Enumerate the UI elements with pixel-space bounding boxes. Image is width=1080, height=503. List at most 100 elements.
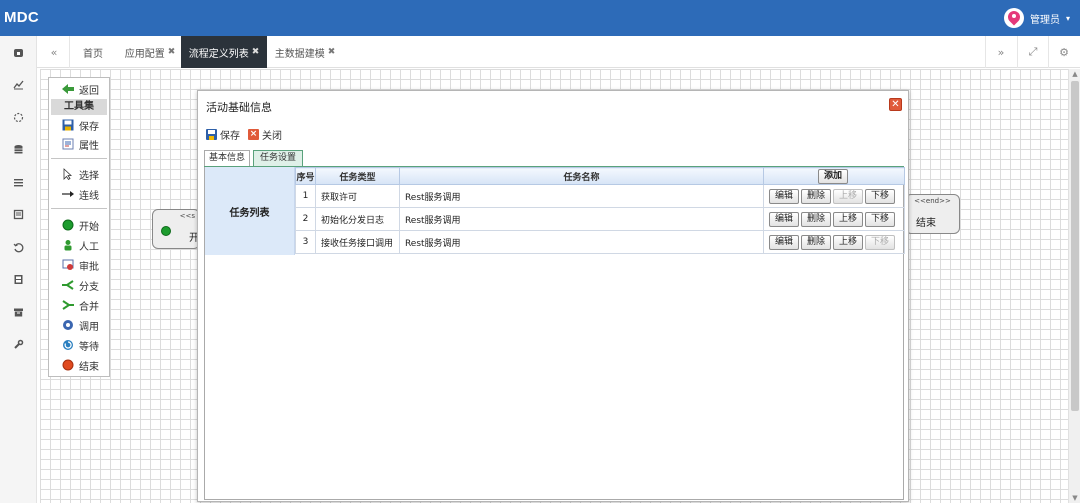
palette-node-wait[interactable]: 等待 [51, 336, 107, 354]
connector-arrow-icon [62, 188, 74, 200]
canvas-vertical-scrollbar[interactable]: ▲ ▼ [1068, 69, 1080, 503]
database-icon[interactable] [0, 139, 37, 159]
dialog-close-button[interactable]: × 关闭 [248, 127, 282, 142]
node-stereotype: <<s [179, 212, 195, 220]
history-icon[interactable] [0, 237, 37, 257]
palette-properties-button[interactable]: 属性 [51, 135, 107, 153]
palette-label: 调用 [79, 321, 99, 333]
palette-node-merge[interactable]: 合并 [51, 296, 107, 314]
move-up-button[interactable]: 上移 [833, 211, 864, 227]
column-header-type: 任务类型 [314, 167, 400, 185]
app-brand[interactable]: MDC [4, 9, 39, 26]
scroll-down-icon[interactable]: ▼ [1069, 493, 1080, 503]
move-down-button[interactable]: 下移 [865, 211, 896, 227]
tab-label: 主数据建模 [274, 48, 325, 60]
row-actions: 编辑 删除 上移 下移 [762, 207, 906, 231]
edit-button[interactable]: 编辑 [768, 211, 799, 227]
palette-header: 工具集 [51, 99, 107, 115]
end-node[interactable]: <<end>> 结束 [905, 194, 960, 234]
dialog-save-button[interactable]: 保存 [206, 127, 240, 142]
row-task-name: Rest服务调用 [398, 184, 764, 208]
edit-button[interactable]: 编辑 [768, 188, 799, 204]
chevron-down-icon: ▾ [1065, 13, 1070, 23]
tab-app-config[interactable]: 应用配置 ✖ [119, 36, 181, 68]
palette-node-end[interactable]: 结束 [51, 356, 107, 374]
tab-task-settings[interactable]: 任务设置 [253, 150, 303, 167]
scrollbar-thumb[interactable] [1071, 81, 1079, 411]
move-down-button[interactable]: 下移 [865, 188, 896, 204]
palette-label: 分支 [79, 281, 99, 293]
palette-back-button[interactable]: 返回 [51, 80, 107, 98]
end-circle-icon [62, 359, 74, 371]
palette-save-button[interactable]: 保存 [51, 116, 107, 134]
tab-home[interactable]: 首页 [71, 36, 115, 68]
user-name: 管理员 [1029, 14, 1060, 26]
delete-button[interactable]: 删除 [800, 188, 831, 204]
delete-button[interactable]: 删除 [800, 234, 831, 250]
palette-label: 选择 [79, 170, 99, 182]
dialog-save-label: 保存 [220, 131, 240, 142]
wrench-icon[interactable] [0, 334, 37, 354]
add-task-button[interactable]: 添加 [817, 168, 848, 184]
row-index: 3 [295, 230, 316, 254]
row-task-name: Rest服务调用 [398, 207, 764, 231]
cursor-icon [62, 168, 74, 181]
table-row: 1 获取许可 Rest服务调用 编辑 删除 上移 下移 [295, 184, 906, 208]
move-down-button[interactable]: 下移 [865, 234, 896, 250]
table-row: 2 初始化分发日志 Rest服务调用 编辑 删除 上移 下移 [295, 207, 906, 231]
delete-button[interactable]: 删除 [800, 211, 831, 227]
edit-button[interactable]: 编辑 [768, 234, 799, 250]
row-actions: 编辑 删除 上移 下移 [762, 184, 906, 208]
close-icon: × [248, 129, 259, 140]
dialog-close-label: 关闭 [262, 131, 282, 142]
archive-icon[interactable] [0, 302, 37, 322]
fullscreen-icon[interactable]: ⤢ [1017, 36, 1048, 68]
palette-select-tool[interactable]: 选择 [51, 165, 107, 183]
home-icon[interactable] [0, 42, 37, 62]
tab-basic-info[interactable]: 基本信息 [204, 150, 250, 167]
tab-process-definition-list[interactable]: 流程定义列表 ✖ [181, 36, 267, 68]
tab-master-data-modeling[interactable]: 主数据建模 ✖ [271, 36, 339, 68]
tab-close-icon[interactable]: ✖ [328, 47, 336, 57]
move-up-button[interactable]: 上移 [833, 188, 864, 204]
palette-node-invoke[interactable]: 调用 [51, 316, 107, 334]
palette-node-manual[interactable]: 人工 [51, 236, 107, 254]
list-icon[interactable] [0, 172, 37, 192]
table-row: 3 接收任务接口调用 Rest服务调用 编辑 删除 上移 下移 [295, 230, 906, 254]
tab-close-icon[interactable]: ✖ [252, 47, 260, 57]
settings-icon[interactable]: ⚙ [1048, 36, 1079, 68]
tool-palette: 返回 工具集 保存 属性 选择 连线 开始 人工 审批 分支 合并 调用 等待 … [48, 77, 110, 377]
palette-label: 合并 [79, 301, 99, 313]
column-header-actions: 添加 [762, 167, 906, 185]
palette-label: 保存 [79, 121, 99, 133]
save-icon [62, 119, 74, 131]
user-menu[interactable]: 管理员 ▾ [1003, 7, 1070, 29]
task-list-label: 任务列表 [205, 167, 295, 255]
film-icon[interactable] [0, 269, 37, 289]
tabs-scroll-right-icon[interactable]: » [985, 36, 1016, 68]
chart-icon[interactable] [0, 74, 37, 94]
spinner-icon[interactable] [0, 107, 37, 127]
palette-node-start[interactable]: 开始 [51, 216, 107, 234]
tabs-scroll-left-icon[interactable]: « [39, 36, 70, 68]
dialog-close-icon[interactable]: ✕ [889, 98, 902, 111]
scroll-up-icon[interactable]: ▲ [1069, 69, 1080, 79]
row-task-type: 获取许可 [314, 184, 400, 208]
move-up-button[interactable]: 上移 [833, 234, 864, 250]
palette-label: 结束 [79, 361, 99, 373]
palette-label: 开始 [79, 221, 99, 233]
palette-divider [51, 208, 107, 209]
row-actions: 编辑 删除 上移 下移 [762, 230, 906, 254]
palette-connect-tool[interactable]: 连线 [51, 185, 107, 203]
tab-close-icon[interactable]: ✖ [168, 47, 176, 57]
row-task-type: 初始化分发日志 [314, 207, 400, 231]
start-node[interactable]: <<s 开 [152, 209, 200, 249]
back-arrow-icon [62, 83, 74, 95]
palette-node-branch[interactable]: 分支 [51, 276, 107, 294]
palette-label: 审批 [79, 261, 99, 273]
palette-node-approval[interactable]: 审批 [51, 256, 107, 274]
task-settings-panel: 任务列表 序号 任务类型 任务名称 添加 1 获取许可 Rest服务调用 编辑 … [204, 167, 906, 500]
start-circle-icon [161, 226, 171, 236]
tab-label: 首页 [83, 48, 103, 60]
document-icon[interactable] [0, 204, 37, 224]
